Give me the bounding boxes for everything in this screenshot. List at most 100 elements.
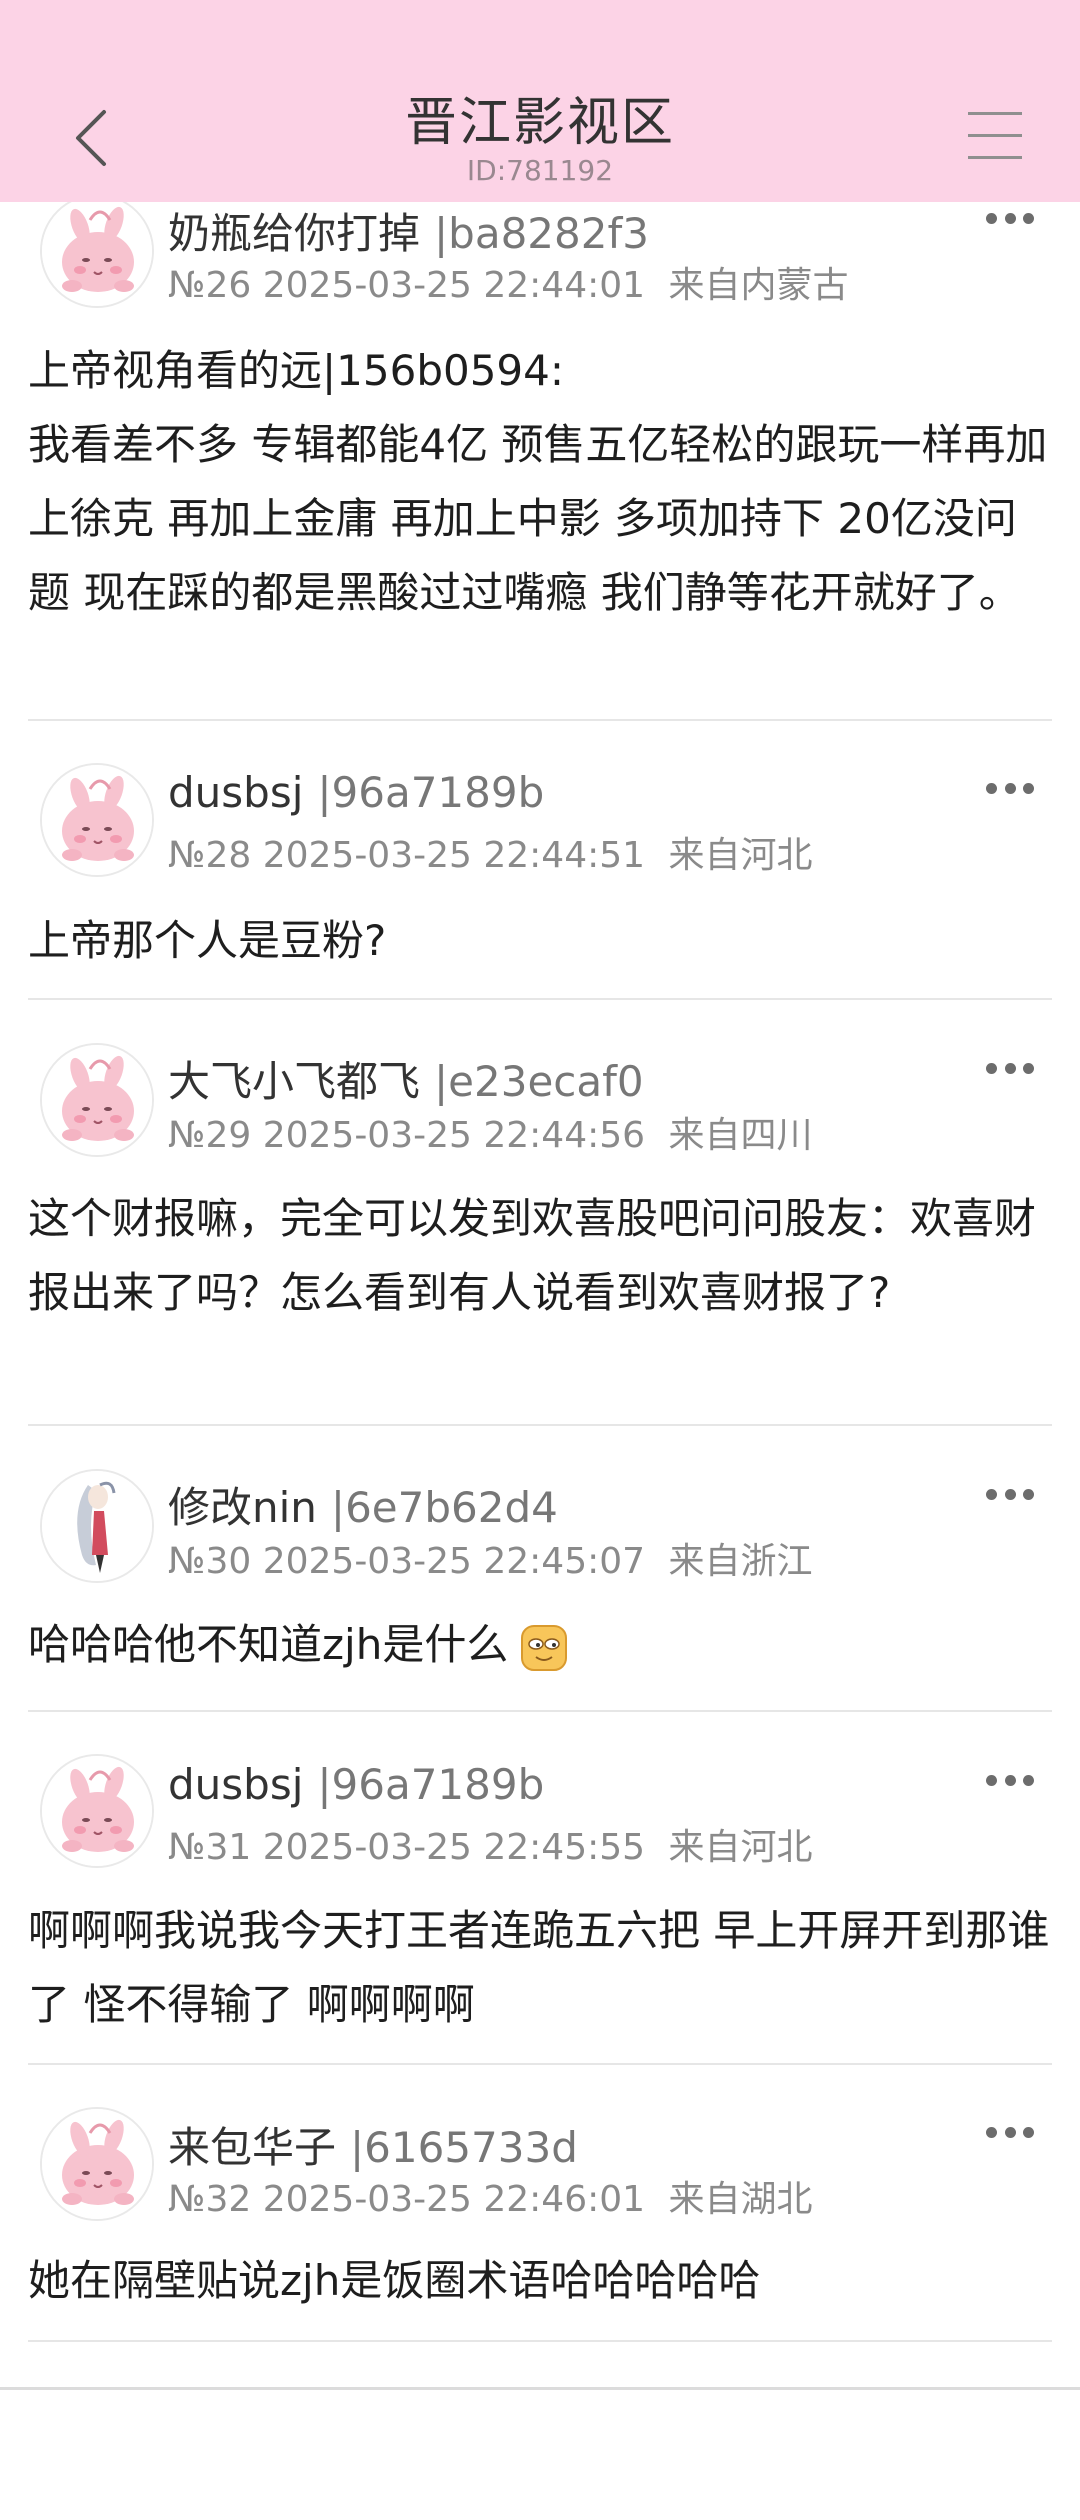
board-id: ID:781192 — [466, 154, 614, 187]
post-time: 2025-03-25 22:45:07 — [262, 1541, 646, 1582]
menu-line — [968, 134, 1022, 137]
post-time: 2025-03-25 22:44:51 — [262, 835, 646, 876]
post-meta: №31 2025-03-25 22:45:55 来自河北 — [168, 1818, 813, 1870]
username[interactable]: 来包华子 — [168, 2123, 336, 2172]
more-dots-icon — [986, 212, 997, 224]
menu-button[interactable] — [964, 108, 1026, 164]
more-options-button[interactable] — [986, 1770, 1034, 1790]
username[interactable]: 修改nin — [168, 1483, 317, 1532]
top-app-bar: 晋江影视区 ID:781192 — [0, 0, 1080, 202]
more-dot — [1023, 782, 1034, 794]
post-location: 来自河北 — [668, 835, 813, 876]
more-dot — [1004, 2126, 1016, 2138]
content-text: 我看差不多 专辑都能4亿 预售五亿轻松的跟玩一样再加上徐克 再加上金庸 再加上中… — [28, 420, 1048, 617]
more-dots-icon — [986, 1774, 997, 1786]
pink-bunny-avatar-icon — [42, 765, 152, 875]
more-dot — [1004, 1062, 1016, 1074]
username[interactable]: 大飞小飞都飞 — [168, 1057, 420, 1106]
user-id: |ba8282f3 — [434, 209, 649, 258]
floor-number: №29 — [168, 1115, 252, 1156]
divider — [28, 719, 1052, 721]
divider — [28, 1710, 1052, 1712]
content-text: 哈哈哈他不知道zjh是什么 — [28, 1620, 509, 1669]
pink-bunny-avatar-icon — [42, 1045, 152, 1155]
post-location: 来自内蒙古 — [668, 265, 849, 306]
menu-line — [968, 156, 1022, 159]
avatar[interactable] — [40, 1043, 154, 1157]
post-meta: №26 2025-03-25 22:44:01 来自内蒙古 — [168, 256, 849, 308]
post-content: 啊啊啊我说我今天打王者连跪五六把 早上开屏开到那谁了 怪不得输了 啊啊啊啊 — [28, 1894, 1052, 2042]
content-text: 她在隔壁贴说zjh是饭圈术语哈哈哈哈哈 — [28, 2256, 761, 2305]
hamburger-menu-icon — [968, 112, 1022, 115]
post-time: 2025-03-25 22:44:56 — [262, 1115, 646, 1156]
more-options-button[interactable] — [986, 1058, 1034, 1078]
divider — [28, 998, 1052, 1000]
more-dot — [1023, 1774, 1034, 1786]
floor-number: №31 — [168, 1827, 252, 1868]
post-location: 来自湖北 — [668, 2179, 813, 2220]
post-meta: №30 2025-03-25 22:45:07 来自浙江 — [168, 1532, 813, 1584]
content-text: 上帝那个人是豆粉? — [28, 916, 387, 965]
user-id: |e23ecaf0 — [434, 1057, 644, 1106]
username-row: 大飞小飞都飞 |e23ecaf0 — [168, 1048, 644, 1109]
more-dots-icon — [986, 2126, 997, 2138]
post-meta: №29 2025-03-25 22:44:56 来自四川 — [168, 1106, 813, 1158]
username-row: 来包华子 |6165733d — [168, 2114, 578, 2175]
more-dots-icon — [986, 1062, 997, 1074]
more-dots-icon — [986, 1488, 997, 1500]
post-time: 2025-03-25 22:46:01 — [262, 2179, 646, 2220]
avatar[interactable] — [40, 2107, 154, 2221]
pink-bunny-avatar-icon — [42, 1756, 152, 1866]
post-meta: №28 2025-03-25 22:44:51 来自河北 — [168, 826, 813, 878]
anime-character-avatar-icon — [42, 1471, 152, 1581]
post-content: 哈哈哈他不知道zjh是什么 — [28, 1608, 1052, 1682]
more-dot — [1023, 1488, 1034, 1500]
pink-bunny-avatar-icon — [42, 2109, 152, 2219]
more-dot — [1023, 2126, 1034, 2138]
post-time: 2025-03-25 22:45:55 — [262, 1827, 646, 1868]
more-dot — [1023, 212, 1034, 224]
avatar[interactable] — [40, 1469, 154, 1583]
username-row: dusbsj |96a7189b — [168, 768, 544, 817]
avatar[interactable] — [40, 763, 154, 877]
post-content: 上帝视角看的远|156b0594: 我看差不多 专辑都能4亿 预售五亿轻松的跟玩… — [28, 334, 1052, 630]
divider — [28, 2063, 1052, 2065]
page-title: 晋江影视区 — [404, 93, 675, 153]
more-dot — [1004, 212, 1016, 224]
post-meta: №32 2025-03-25 22:46:01 来自湖北 — [168, 2170, 813, 2222]
divider — [28, 1424, 1052, 1426]
divider — [28, 2340, 1052, 2342]
user-id: |6165733d — [350, 2123, 578, 2172]
avatar[interactable] — [40, 194, 154, 308]
floor-number: №32 — [168, 2179, 252, 2220]
username[interactable]: dusbsj — [168, 768, 303, 817]
more-options-button[interactable] — [986, 208, 1034, 228]
pink-bunny-avatar-icon — [42, 196, 152, 306]
post-feed: 奶瓶给你打掉 |ba8282f3 №26 2025-03-25 22:44:01 … — [0, 0, 1080, 2520]
post-content: 这个财报嘛，完全可以发到欢喜股吧问问股友：欢喜财报出来了吗？怎么看到有人说看到欢… — [28, 1182, 1052, 1330]
content-text: 啊啊啊我说我今天打王者连跪五六把 早上开屏开到那谁了 怪不得输了 啊啊啊啊 — [28, 1906, 1050, 2029]
post-location: 来自河北 — [668, 1827, 813, 1868]
smug-face-emoji-icon — [521, 1624, 568, 1671]
username-row: dusbsj |96a7189b — [168, 1760, 544, 1809]
more-dots-icon — [986, 782, 997, 794]
username[interactable]: 奶瓶给你打掉 — [168, 209, 420, 258]
more-options-button[interactable] — [986, 778, 1034, 798]
username-row: 奶瓶给你打掉 |ba8282f3 — [168, 200, 649, 261]
post-location: 来自浙江 — [668, 1541, 813, 1582]
quote-line: 上帝视角看的远|156b0594: — [28, 346, 565, 395]
avatar[interactable] — [40, 1754, 154, 1868]
user-id: |96a7189b — [317, 1760, 545, 1809]
post-content: 上帝那个人是豆粉? — [28, 904, 1052, 978]
username[interactable]: dusbsj — [168, 1760, 303, 1809]
post-content: 她在隔壁贴说zjh是饭圈术语哈哈哈哈哈 — [28, 2244, 1052, 2318]
more-dot — [1004, 1774, 1016, 1786]
floor-number: №30 — [168, 1541, 252, 1582]
content-text: 这个财报嘛，完全可以发到欢喜股吧问问股友：欢喜财报出来了吗？怎么看到有人说看到欢… — [28, 1194, 1037, 1317]
floor-number: №26 — [168, 265, 252, 306]
post-location: 来自四川 — [668, 1115, 813, 1156]
username-row: 修改nin |6e7b62d4 — [168, 1474, 558, 1535]
more-options-button[interactable] — [986, 2122, 1034, 2142]
more-options-button[interactable] — [986, 1484, 1034, 1504]
post-time: 2025-03-25 22:44:01 — [262, 265, 646, 306]
